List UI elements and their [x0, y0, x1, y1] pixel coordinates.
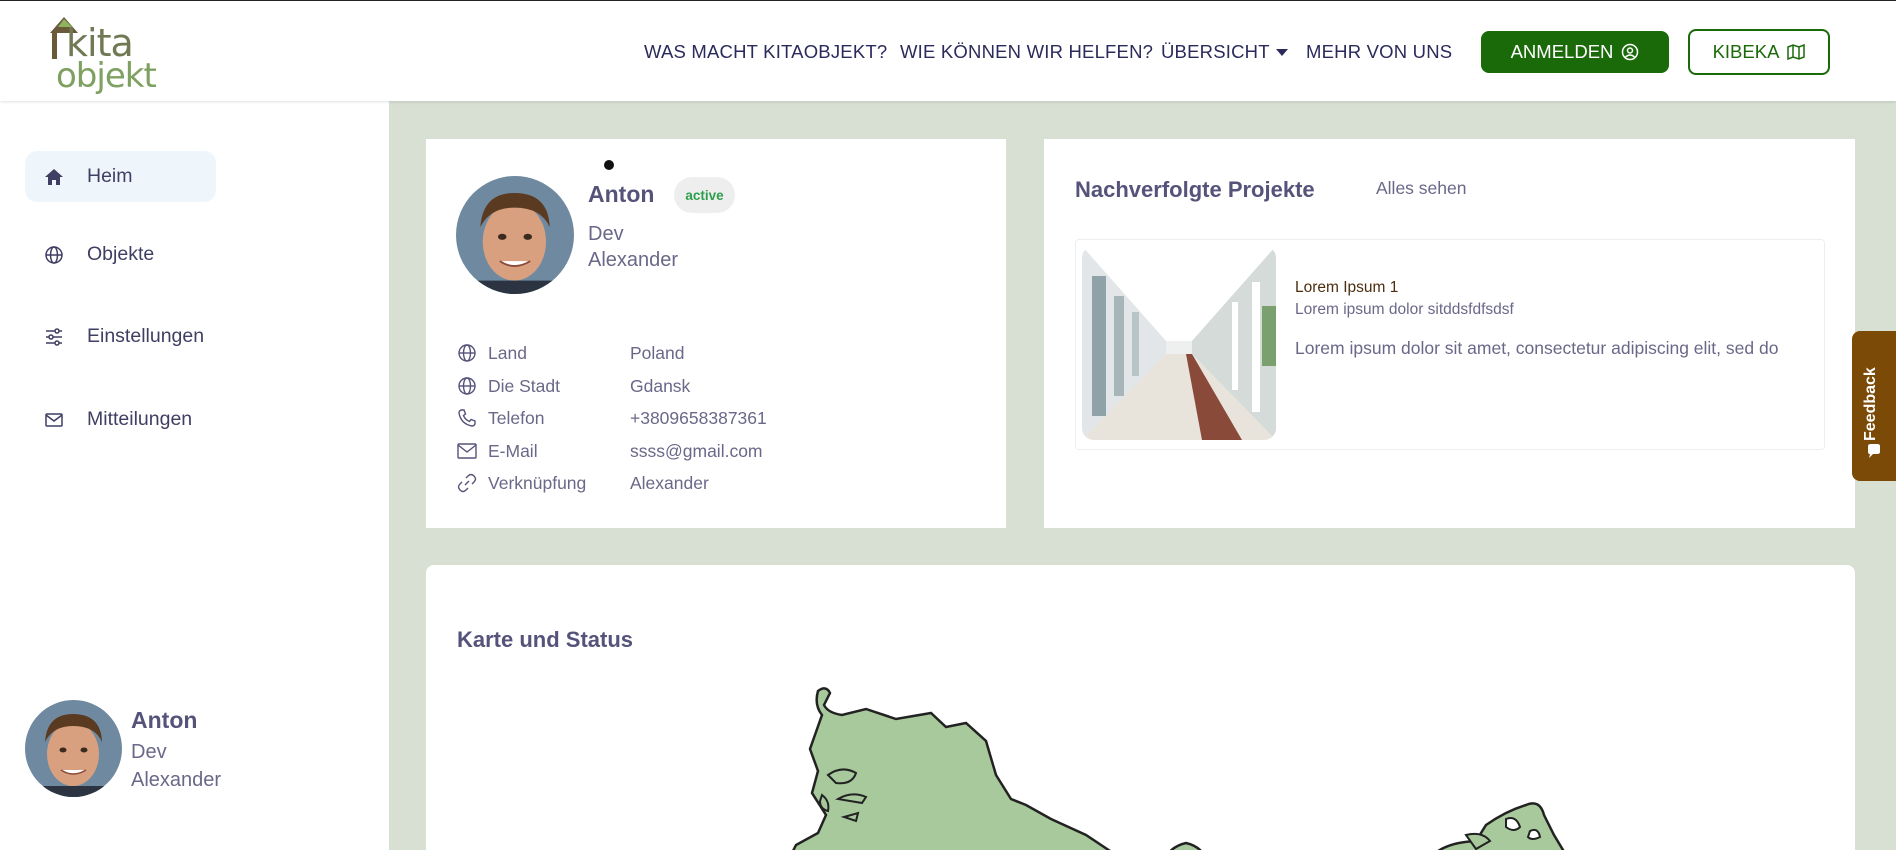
kibeka-button[interactable]: KIBEKA [1688, 29, 1830, 75]
project-name: Lorem Ipsum 1 [1295, 279, 1399, 296]
info-row-phone: Telefon +3809658387361 [456, 407, 767, 429]
profile-name: Anton [588, 181, 655, 207]
nav-overview[interactable]: ÜBERSICHT [1161, 41, 1270, 63]
sliders-icon [43, 326, 65, 348]
sidebar-user-role: Dev [131, 741, 167, 763]
feedback-button[interactable]: Feedback [1852, 331, 1896, 481]
info-value: Poland [630, 342, 685, 363]
sidebar-item-label: Heim [87, 165, 133, 187]
sidebar-item-label: Mitteilungen [87, 408, 193, 430]
chevron-down-icon[interactable] [1276, 49, 1288, 56]
status-badge: active [674, 177, 735, 213]
info-row-email: E-Mail ssss@gmail.com [456, 440, 763, 462]
sidebar-item-objects[interactable]: Objekte [25, 243, 154, 266]
profile-card: Anton active Dev Alexander Land Poland D… [426, 139, 1006, 528]
info-value: +3809658387361 [630, 407, 767, 428]
globe-icon [43, 244, 65, 266]
sidebar-user-last-name: Alexander [131, 769, 222, 791]
info-label: Verknüpfung [488, 472, 587, 493]
info-label: Land [488, 342, 527, 363]
info-label: Telefon [488, 407, 545, 428]
feedback-label: Feedback [1862, 367, 1879, 441]
info-value[interactable]: Alexander [630, 473, 709, 494]
map-icon [1787, 44, 1806, 60]
link-icon [456, 472, 478, 494]
sidebar-item-label: Objekte [87, 243, 155, 265]
sidebar-user-avatar[interactable] [25, 700, 122, 797]
nav-about[interactable]: WAS MACHT KITAOBJEKT? [644, 41, 887, 63]
main-content: Anton active Dev Alexander Land Poland D… [389, 101, 1896, 850]
globe-icon [456, 375, 478, 397]
map-status-card: Karte und Status [426, 565, 1855, 850]
info-row-country: Land Poland [456, 342, 685, 364]
info-row-link: Verknüpfung Alexander [456, 472, 709, 494]
phone-icon [456, 407, 478, 429]
sidebar-item-label: Einstellungen [87, 325, 205, 347]
germany-map[interactable] [426, 565, 1855, 850]
info-value: Gdansk [630, 375, 691, 396]
sidebar-item-messages[interactable]: Mitteilungen [25, 408, 192, 431]
sidebar-user-name: Anton [131, 707, 198, 733]
top-header: kita objekt WAS MACHT KITAOBJEKT? WIE KÖ… [0, 0, 1896, 101]
profile-role: Dev [588, 223, 624, 245]
kitaobjekt-logo[interactable]: kita objekt [48, 11, 157, 96]
user-circle-icon [1622, 43, 1639, 61]
project-image [1082, 246, 1276, 440]
globe-icon [456, 342, 478, 364]
info-value: ssss@gmail.com [630, 440, 763, 461]
status-dot [604, 160, 614, 170]
login-button-label: ANMELDEN [1510, 41, 1614, 62]
profile-avatar [456, 176, 574, 294]
mail-icon [43, 409, 65, 431]
project-subtitle: Lorem ipsum dolor sitddsfdfsdsf [1295, 301, 1514, 318]
nav-help[interactable]: WIE KÖNNEN WIR HELFEN? [900, 41, 1153, 63]
sidebar-item-home[interactable]: Heim [25, 151, 216, 202]
sidebar-item-settings[interactable]: Einstellungen [25, 325, 204, 348]
info-label: E-Mail [488, 440, 538, 461]
mail-icon [456, 440, 478, 462]
project-item[interactable]: Lorem Ipsum 1 Lorem ipsum dolor sitddsfd… [1075, 239, 1825, 450]
login-button[interactable]: ANMELDEN [1481, 31, 1669, 73]
tracked-projects-card: Nachverfolgte Projekte Alles sehen Lorem… [1044, 139, 1855, 528]
info-label: Die Stadt [488, 375, 560, 396]
home-icon [43, 166, 65, 188]
profile-last-name: Alexander [588, 249, 679, 271]
chat-bubble-icon [1868, 444, 1880, 458]
kibeka-button-label: KIBEKA [1712, 41, 1780, 62]
logo-text-bottom: objekt [56, 56, 157, 96]
project-description: Lorem ipsum dolor sit amet, consectetur … [1295, 338, 1779, 358]
info-row-city: Die Stadt Gdansk [456, 375, 690, 397]
tracked-projects-title: Nachverfolgte Projekte [1075, 177, 1315, 202]
see-all-link[interactable]: Alles sehen [1376, 178, 1466, 199]
nav-more[interactable]: MEHR VON UNS [1306, 41, 1452, 63]
